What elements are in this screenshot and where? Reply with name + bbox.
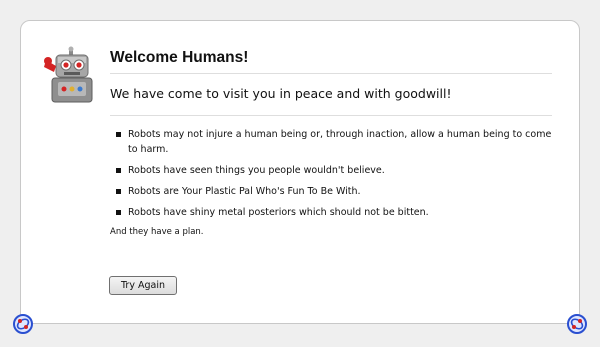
bullet-icon bbox=[116, 210, 121, 215]
bubble-robot-icon bbox=[13, 314, 33, 334]
list-item: Robots have seen things you people would… bbox=[116, 163, 552, 178]
page-title: Welcome Humans! bbox=[110, 48, 552, 74]
list-item: Robots may not injure a human being or, … bbox=[116, 127, 552, 157]
try-again-button[interactable]: Try Again bbox=[109, 276, 177, 295]
list-item: Robots have shiny metal posteriors which… bbox=[116, 205, 552, 220]
list-item: Robots are Your Plastic Pal Who's Fun To… bbox=[116, 184, 552, 199]
error-page: Welcome Humans! We have come to visit yo… bbox=[0, 0, 600, 347]
list-item-text: Robots have seen things you people would… bbox=[128, 165, 385, 176]
list-item-text: Robots are Your Plastic Pal Who's Fun To… bbox=[128, 186, 361, 197]
robot-icon bbox=[44, 46, 93, 103]
plan-note: And they have a plan. bbox=[110, 227, 204, 237]
bullet-icon bbox=[116, 189, 121, 194]
page-subtitle: We have come to visit you in peace and w… bbox=[110, 85, 552, 116]
message-content: Welcome Humans! We have come to visit yo… bbox=[110, 48, 552, 238]
robot-rules-list: Robots may not injure a human being or, … bbox=[110, 127, 552, 220]
bullet-icon bbox=[116, 132, 121, 137]
list-item-text: Robots have shiny metal posteriors which… bbox=[128, 207, 429, 218]
bullet-icon bbox=[116, 168, 121, 173]
bubble-robot-icon bbox=[567, 314, 587, 334]
list-item-text: Robots may not injure a human being or, … bbox=[128, 129, 552, 155]
